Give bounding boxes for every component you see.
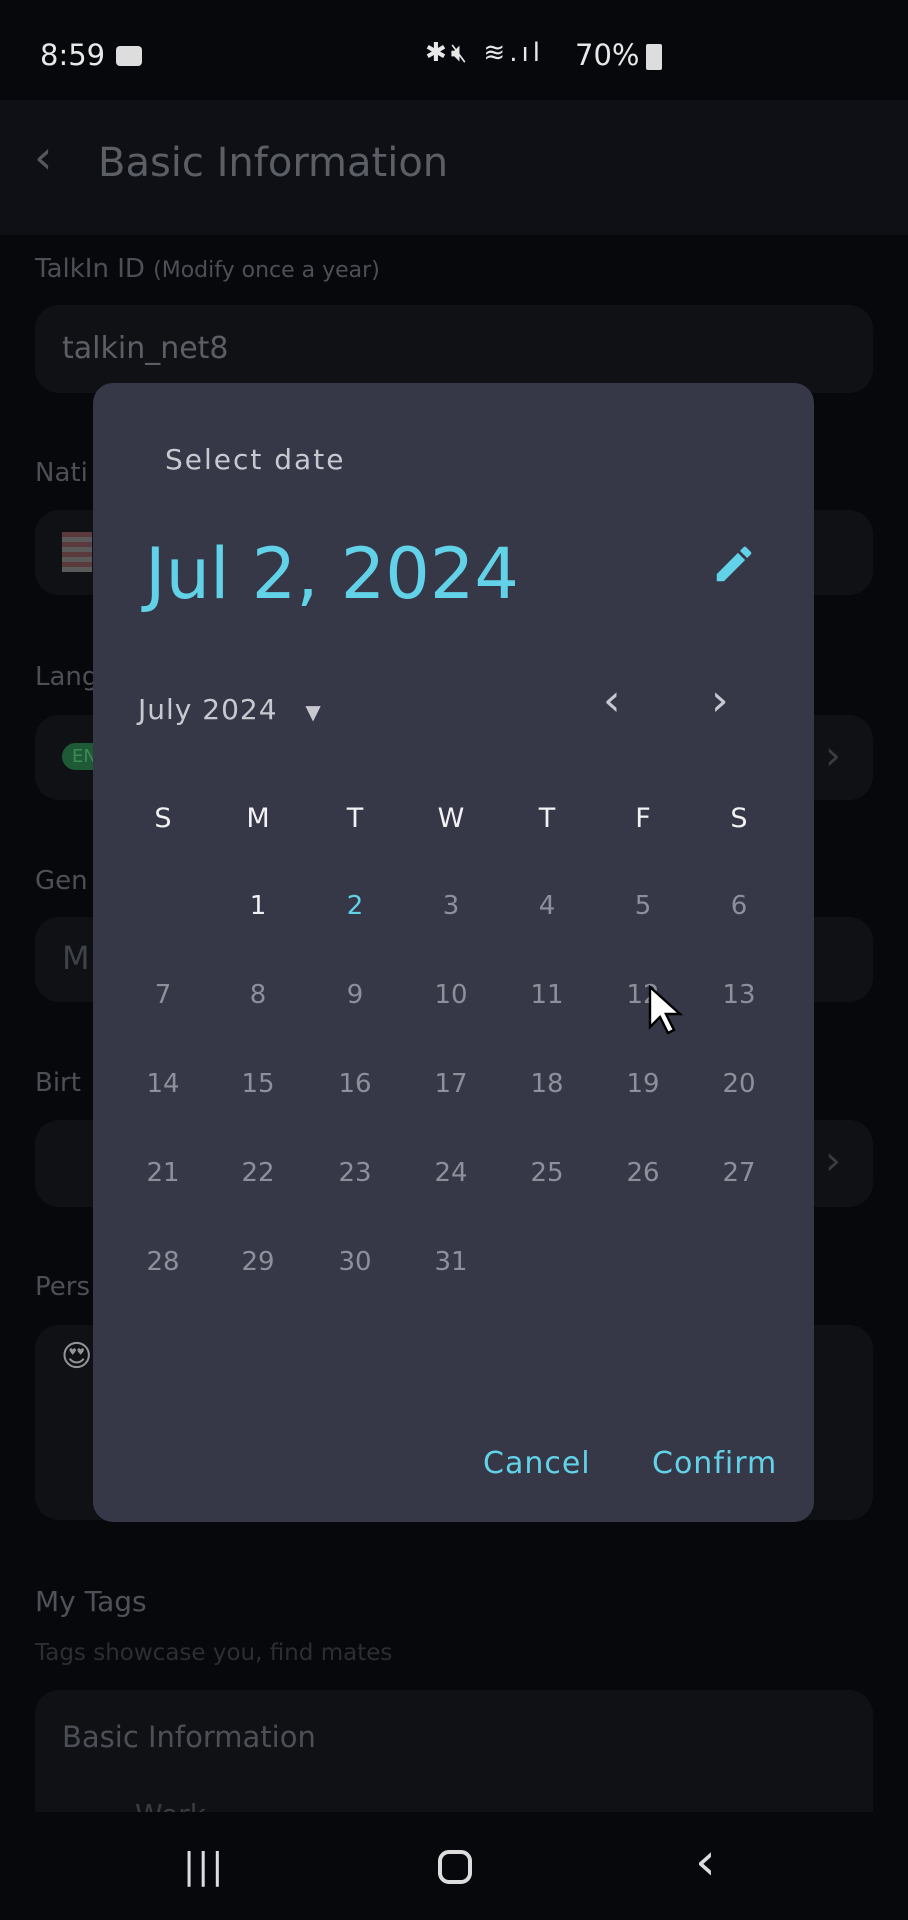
date-picker-dialog: Select date Jul 2, 2024 July 2024 ▼ ‹ › …	[93, 383, 814, 1522]
day-cell[interactable]: 26	[598, 1158, 688, 1188]
day-cell[interactable]: 28	[118, 1247, 208, 1277]
video-record-icon	[116, 46, 142, 66]
language-label: Lang	[35, 662, 99, 692]
battery-percent: 70%	[575, 38, 640, 72]
day-cell[interactable]: 27	[694, 1158, 784, 1188]
weekday-header: T	[346, 803, 364, 834]
day-cell[interactable]: 21	[118, 1158, 208, 1188]
day-cell[interactable]: 31	[406, 1247, 496, 1277]
tags-subtitle: Tags showcase you, find mates	[35, 1640, 393, 1666]
nationality-label: Nati	[35, 458, 88, 488]
talkin-id-value: talkin_net8	[62, 331, 229, 366]
day-cell[interactable]: 1	[213, 891, 303, 921]
day-cell[interactable]: 15	[213, 1069, 303, 1099]
weekday-header: T	[538, 803, 556, 834]
next-month-button[interactable]: ›	[711, 675, 729, 726]
battery-icon	[646, 44, 662, 70]
day-cell[interactable]: 24	[406, 1158, 496, 1188]
app-header: ‹ Basic Information	[0, 100, 908, 235]
gender-label: Gen	[35, 866, 88, 896]
birthday-label: Birt	[35, 1068, 81, 1098]
connectivity-icons: ✱🔇︎ ≋.ıl	[425, 38, 544, 68]
day-cell[interactable]: 22	[213, 1158, 303, 1188]
weekday-header: F	[635, 803, 651, 834]
weekday-header: S	[154, 803, 172, 834]
personal-label: Pers	[35, 1272, 90, 1302]
chevron-right-icon: ›	[825, 733, 841, 779]
day-cell[interactable]: 3	[406, 891, 496, 921]
recent-apps-icon[interactable]: |||	[183, 1846, 225, 1887]
previous-month-button[interactable]: ‹	[603, 675, 621, 726]
day-cell[interactable]: 25	[502, 1158, 592, 1188]
dialog-title: Select date	[165, 443, 346, 476]
day-cell[interactable]: 2	[310, 891, 400, 921]
day-cell[interactable]: 17	[406, 1069, 496, 1099]
back-icon[interactable]: ‹	[695, 1832, 716, 1892]
talkin-id-label: TalkIn ID (Modify once a year)	[35, 254, 380, 284]
day-cell[interactable]: 29	[213, 1247, 303, 1277]
day-cell[interactable]: 20	[694, 1069, 784, 1099]
dropdown-arrow-icon: ▼	[305, 700, 322, 724]
day-cell[interactable]: 16	[310, 1069, 400, 1099]
page-title: Basic Information	[98, 140, 449, 186]
gender-value: M	[62, 939, 90, 977]
status-bar: 8:59 ✱🔇︎ ≋.ıl 70%	[0, 0, 908, 100]
emoji: 😍	[61, 1339, 93, 1374]
day-cell[interactable]: 30	[310, 1247, 400, 1277]
day-cell[interactable]: 9	[310, 980, 400, 1010]
day-cell[interactable]: 8	[213, 980, 303, 1010]
mouse-cursor-icon	[648, 985, 684, 1035]
confirm-button[interactable]: Confirm	[652, 1446, 777, 1481]
day-cell[interactable]: 19	[598, 1069, 688, 1099]
month-year-dropdown[interactable]: July 2024 ▼	[138, 693, 322, 726]
system-nav-bar: ||| ‹	[0, 1812, 908, 1920]
day-cell[interactable]: 10	[406, 980, 496, 1010]
pencil-edit-icon[interactable]	[711, 541, 757, 587]
us-flag-icon	[62, 532, 92, 572]
day-cell[interactable]: 23	[310, 1158, 400, 1188]
weekday-header: W	[437, 803, 465, 834]
day-cell[interactable]: 7	[118, 980, 208, 1010]
chevron-left-icon[interactable]: ‹	[34, 130, 52, 184]
chevron-right-icon: ›	[825, 1138, 841, 1184]
weekday-header: S	[730, 803, 748, 834]
day-cell[interactable]: 6	[694, 891, 784, 921]
tags-title: My Tags	[35, 1585, 147, 1618]
day-cell[interactable]: 13	[694, 980, 784, 1010]
day-cell[interactable]: 14	[118, 1069, 208, 1099]
selected-date-headline: Jul 2, 2024	[145, 533, 519, 615]
tags-card-title: Basic Information	[62, 1720, 316, 1754]
cancel-button[interactable]: Cancel	[483, 1446, 591, 1481]
clock: 8:59	[40, 38, 106, 72]
day-cell[interactable]: 4	[502, 891, 592, 921]
talkin-id-field[interactable]: talkin_net8	[35, 305, 873, 393]
weekday-header: M	[246, 803, 270, 834]
day-cell[interactable]: 11	[502, 980, 592, 1010]
home-icon[interactable]	[438, 1850, 472, 1884]
day-cell[interactable]: 18	[502, 1069, 592, 1099]
day-cell[interactable]: 5	[598, 891, 688, 921]
